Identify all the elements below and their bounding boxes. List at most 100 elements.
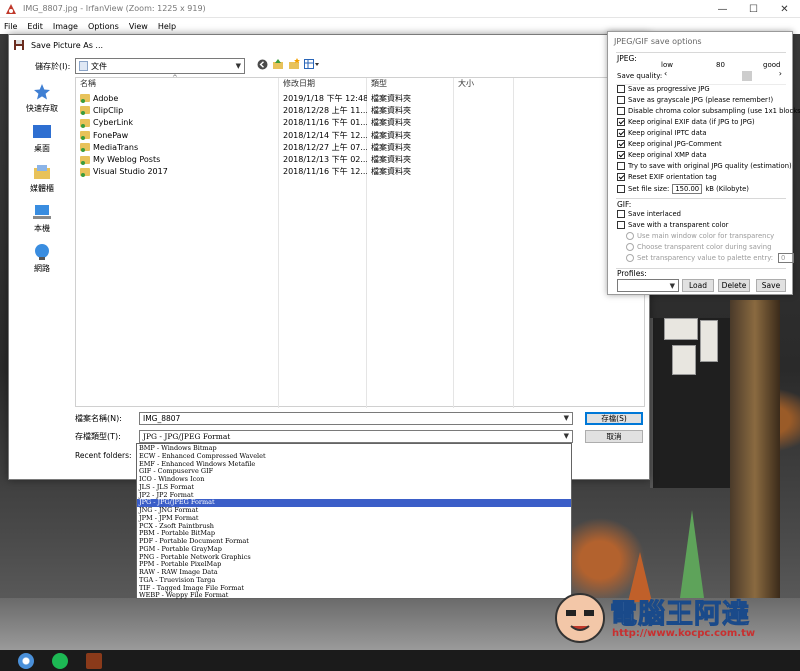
spotify-icon[interactable]	[52, 653, 68, 669]
table-row[interactable]: Adobe 2019/1/18 下午 12:48 檔案資料夾	[76, 92, 526, 104]
radio-main-window-color[interactable]: Use main window color for transparency	[626, 231, 774, 242]
checkbox[interactable]	[617, 85, 625, 94]
menu-image[interactable]: Image	[53, 22, 78, 31]
checkbox[interactable]	[617, 185, 625, 194]
checkbox-checked[interactable]	[617, 151, 625, 160]
checkbox[interactable]	[617, 162, 625, 171]
checkbox-checked[interactable]	[617, 129, 625, 138]
format-option[interactable]: JLS - JLS Format	[137, 483, 571, 492]
profiles-dropdown[interactable]: ▼	[617, 279, 679, 292]
place-quick-access[interactable]: 快速存取	[12, 79, 72, 119]
place-this-pc[interactable]: 本機	[12, 199, 72, 239]
checkbox-checked[interactable]	[617, 140, 625, 149]
radio-button[interactable]	[626, 243, 634, 252]
dialog-titlebar: Save Picture As ...	[9, 35, 649, 55]
table-row[interactable]: Visual Studio 2017 2018/11/16 下午 12... 檔案…	[76, 166, 526, 178]
menu-file[interactable]: File	[4, 22, 17, 31]
checkbox[interactable]	[617, 96, 625, 105]
background-cone	[680, 510, 704, 598]
menu-edit[interactable]: Edit	[27, 22, 43, 31]
checkbox-checked[interactable]	[617, 173, 625, 182]
table-row[interactable]: MediaTrans 2018/12/27 上午 07... 檔案資料夾	[76, 141, 526, 153]
checkbox[interactable]	[617, 221, 625, 230]
filename-row: 檔案名稱(N): IMG_8807 ▼ 存檔(S)	[75, 411, 643, 425]
file-list[interactable]: ^ 名稱 修改日期 類型 大小 Adobe 2019/1/18 下午 12:48…	[75, 74, 645, 408]
option-jpg-comment[interactable]: Keep original JPG-Comment	[617, 139, 722, 150]
place-desktop[interactable]: 桌面	[12, 119, 72, 159]
save-in-dropdown[interactable]: 文件 ▼	[75, 58, 245, 74]
table-row[interactable]: FonePaw 2018/12/14 下午 12... 檔案資料夾	[76, 129, 526, 141]
place-label: 本機	[34, 224, 50, 233]
option-xmp[interactable]: Keep original XMP data	[617, 150, 707, 161]
format-option[interactable]: ICO - Windows Icon	[137, 475, 571, 484]
delete-button[interactable]: Delete	[718, 279, 750, 292]
background-sign	[700, 320, 718, 362]
chevron-right-icon[interactable]: ›	[779, 69, 782, 78]
slider-thumb[interactable]	[742, 71, 752, 81]
palette-entry-input[interactable]: 0	[778, 253, 795, 264]
menu-help[interactable]: Help	[158, 22, 176, 31]
option-grayscale[interactable]: Save as grayscale JPG (please remember!)	[617, 95, 773, 106]
option-reset-exif-orientation[interactable]: Reset EXIF orientation tag	[617, 172, 717, 183]
gif-group-label: GIF:	[617, 200, 632, 209]
load-button[interactable]: Load	[682, 279, 714, 292]
filetype-select[interactable]: JPG - JPG/JPEG Format ▼	[139, 429, 573, 443]
option-interlaced[interactable]: Save interlaced	[617, 209, 681, 220]
format-option-selected[interactable]: JPG - JPG/JPEG Format	[137, 498, 571, 507]
checkbox-checked[interactable]	[617, 118, 625, 127]
back-icon[interactable]	[255, 57, 269, 71]
chevron-left-icon[interactable]: ‹	[664, 69, 667, 78]
cancel-button[interactable]: 取消	[585, 429, 643, 443]
file-list-header: ^ 名稱 修改日期 類型 大小	[76, 74, 644, 408]
quality-slider[interactable]: ‹ ›	[664, 69, 782, 81]
place-label: 快速存取	[26, 104, 58, 113]
maximize-button[interactable]: ☐	[738, 0, 769, 18]
menu-options[interactable]: Options	[88, 22, 119, 31]
irfanview-taskbar-icon[interactable]	[86, 653, 102, 669]
radio-choose-during-saving[interactable]: Choose transparent color during saving	[626, 242, 771, 253]
format-dropdown-list[interactable]: BMP - Windows Bitmap ECW - Enhanced Comp…	[136, 443, 572, 599]
option-iptc[interactable]: Keep original IPTC data	[617, 128, 707, 139]
up-folder-icon[interactable]	[271, 57, 285, 71]
save-button[interactable]: 存檔(S)	[585, 411, 643, 425]
options-save-button[interactable]: Save	[756, 279, 786, 292]
radio-button[interactable]	[626, 232, 634, 241]
menu-view[interactable]: View	[129, 22, 148, 31]
place-library[interactable]: 媒體櫃	[12, 159, 72, 199]
folder-icon	[80, 155, 90, 165]
place-network[interactable]: 網路	[12, 239, 72, 279]
folder-icon	[80, 118, 90, 128]
profiles-label: Profiles:	[617, 269, 647, 278]
minimize-button[interactable]: —	[707, 0, 738, 18]
radio-palette-entry[interactable]: Set transparency value to palette entry:…	[626, 253, 797, 264]
browser-icon[interactable]	[18, 653, 34, 669]
save-in-label: 儲存於(I):	[35, 61, 71, 71]
checkbox[interactable]	[617, 107, 625, 116]
computer-icon	[33, 203, 51, 221]
network-icon	[33, 243, 51, 261]
table-row[interactable]: My Weblog Posts 2018/12/13 下午 02... 檔案資料夾	[76, 153, 526, 165]
option-chroma[interactable]: Disable chroma color subsampling (use 1x…	[617, 106, 800, 117]
watermark-url: http://www.kocpc.com.tw	[612, 628, 756, 639]
jpeg-group-label: JPEG:	[617, 54, 637, 63]
table-row[interactable]: ClipClip 2018/12/28 上午 11... 檔案資料夾	[76, 104, 526, 116]
format-option[interactable]: JNG - JNG Format	[137, 506, 571, 515]
option-exif[interactable]: Keep original EXIF data (if JPG to JPG)	[617, 117, 755, 128]
option-progressive[interactable]: Save as progressive JPG	[617, 84, 710, 95]
option-set-file-size[interactable]: Set file size: 150.00 kB (Kilobyte)	[617, 184, 749, 195]
folder-icon	[80, 106, 90, 116]
desktop-icon	[33, 123, 51, 141]
format-option[interactable]: WEBP - Weppy File Format	[137, 591, 571, 600]
filename-input[interactable]: IMG_8807 ▼	[139, 411, 573, 425]
new-folder-icon[interactable]	[287, 57, 301, 71]
filetype-label: 存檔類型(T):	[75, 431, 121, 441]
close-button[interactable]: ✕	[769, 0, 800, 18]
table-row[interactable]: CyberLink 2018/11/16 下午 01... 檔案資料夾	[76, 117, 526, 129]
file-size-input[interactable]: 150.00	[672, 184, 703, 195]
view-menu-icon[interactable]	[303, 57, 321, 71]
option-original-quality[interactable]: Try to save with original JPG quality (e…	[617, 161, 792, 172]
kocpc-watermark: 電腦王阿達 http://www.kocpc.com.tw	[552, 590, 782, 650]
radio-button[interactable]	[626, 254, 634, 263]
checkbox[interactable]	[617, 210, 625, 219]
option-transparent[interactable]: Save with a transparent color	[617, 220, 728, 231]
